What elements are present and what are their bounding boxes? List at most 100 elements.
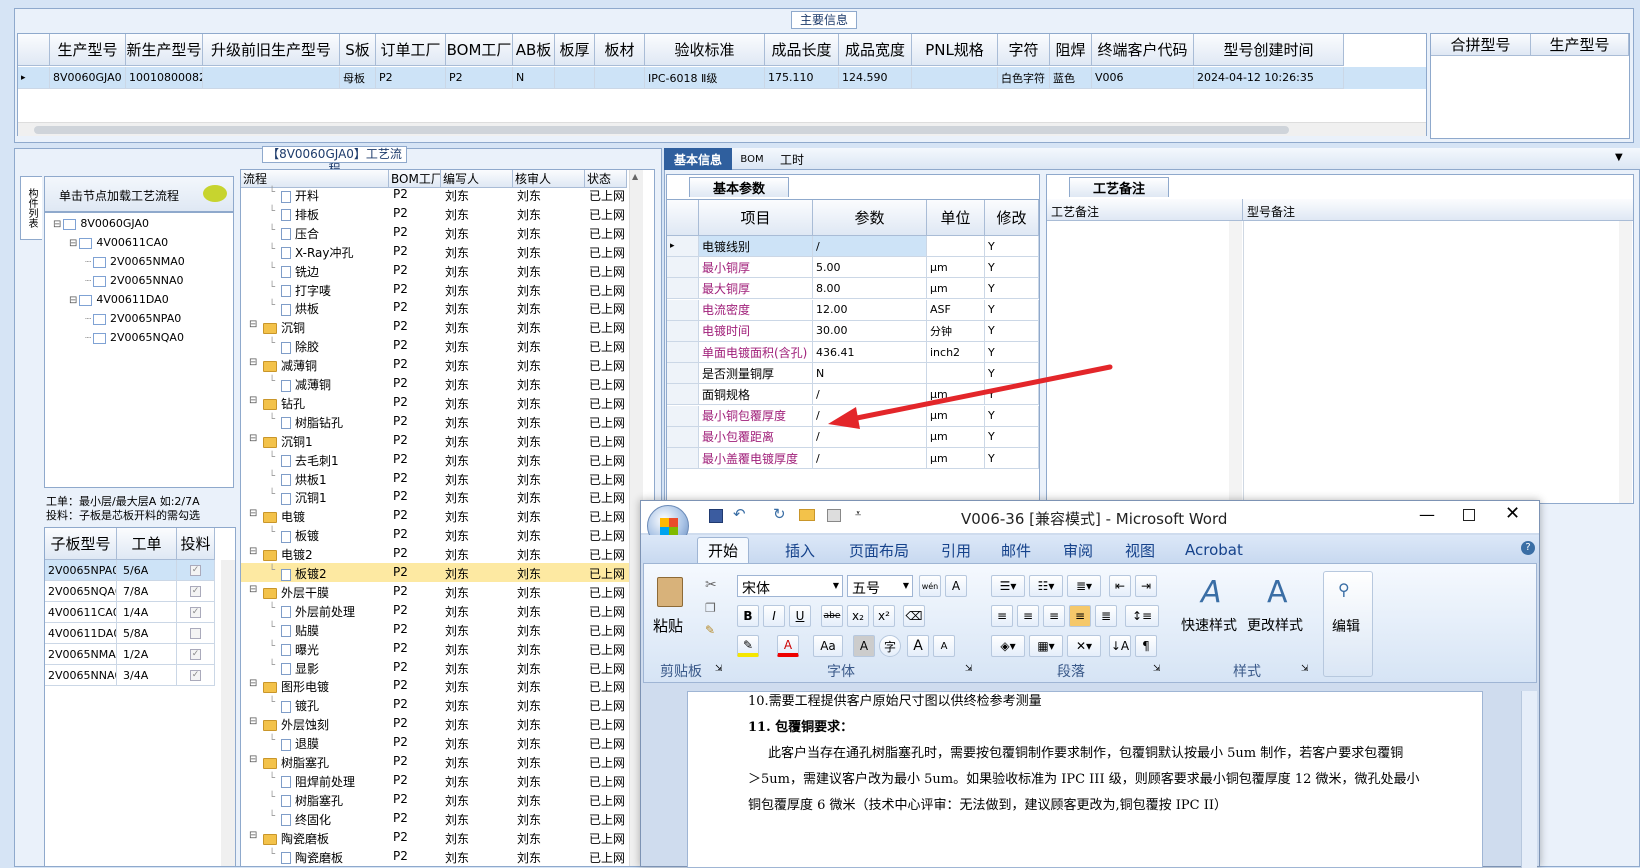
- sort-icon[interactable]: ↓A: [1109, 635, 1131, 657]
- side-tab-component-list[interactable]: 构件列表: [20, 176, 42, 240]
- param-item[interactable]: 最大铜厚: [699, 278, 813, 300]
- edit-group[interactable]: ⚲ 编辑: [1323, 571, 1373, 677]
- param-value[interactable]: 30.00: [813, 320, 927, 342]
- decrease-indent-icon[interactable]: ⇤: [1109, 575, 1131, 597]
- feed-checkbox[interactable]: ✓: [190, 564, 201, 576]
- param-item[interactable]: 电流密度: [699, 299, 813, 321]
- subtab-basic-params[interactable]: 基本参数: [689, 177, 789, 197]
- column-header[interactable]: 新生产型号: [126, 34, 203, 66]
- flow-row[interactable]: └ 除胶 P2 刘东 刘东 已上网: [241, 336, 629, 355]
- table-cell[interactable]: [203, 67, 340, 89]
- font-size-select[interactable]: 五号 ▼: [847, 575, 913, 597]
- column-header[interactable]: PNL规格: [912, 34, 998, 66]
- param-item[interactable]: 最小铜包覆厚度: [699, 405, 813, 427]
- print-preview-icon[interactable]: [827, 509, 841, 522]
- flow-row[interactable]: └ 板镀 P2 刘东 刘东 已上网: [241, 525, 629, 544]
- col-merge-model[interactable]: 合拼型号: [1431, 34, 1531, 56]
- sub-board-order[interactable]: 5/8A: [117, 623, 177, 644]
- param-unit[interactable]: μm: [927, 257, 985, 279]
- flow-row[interactable]: └ 镀孔 P2 刘东 刘东 已上网: [241, 695, 629, 714]
- column-header[interactable]: S板: [340, 34, 376, 66]
- feed-checkbox-cell[interactable]: ✓: [177, 644, 215, 665]
- sub-board-model[interactable]: 4V00611CA0: [45, 602, 117, 623]
- column-header[interactable]: 修改: [985, 200, 1039, 236]
- flow-row[interactable]: └ 外层前处理 P2 刘东 刘东 已上网: [241, 601, 629, 620]
- tree-node[interactable]: ⊟ 4V00611DA0: [69, 293, 169, 311]
- copy-icon[interactable]: ❐: [705, 601, 716, 615]
- tab-basic-info[interactable]: 基本信息: [664, 148, 732, 170]
- dialog-launcher-icon[interactable]: ⇲: [1153, 664, 1161, 674]
- feed-checkbox-cell[interactable]: [177, 623, 215, 644]
- column-header[interactable]: 成品长度: [765, 34, 839, 66]
- tab-bom[interactable]: BOM: [736, 148, 768, 170]
- char-shading-icon[interactable]: A: [853, 635, 875, 657]
- feed-checkbox-cell[interactable]: ✓: [177, 602, 215, 623]
- column-header[interactable]: 板厚: [555, 34, 595, 66]
- flow-row[interactable]: ⊟ 外层干膜 P2 刘东 刘东 已上网: [241, 582, 629, 601]
- collapse-icon[interactable]: ⊟: [249, 357, 257, 368]
- param-unit[interactable]: μm: [927, 278, 985, 300]
- param-modify[interactable]: Y: [985, 236, 1039, 257]
- flow-row[interactable]: └ 去毛刺1 P2 刘东 刘东 已上网: [241, 450, 629, 469]
- param-item[interactable]: 电镀时间: [699, 320, 813, 342]
- column-header[interactable]: 升级前旧生产型号: [203, 34, 340, 66]
- customize-toolbar-icon[interactable]: ⩡: [855, 507, 861, 521]
- param-unit[interactable]: μm: [927, 448, 985, 469]
- column-header[interactable]: 项目: [699, 200, 813, 236]
- flow-row[interactable]: └ 排板 P2 刘东 刘东 已上网: [241, 204, 629, 223]
- ribbon-tab[interactable]: 插入: [775, 537, 825, 563]
- flow-row[interactable]: └ 树脂塞孔 P2 刘东 刘东 已上网: [241, 790, 629, 809]
- table-cell[interactable]: 母板: [340, 67, 376, 89]
- column-header[interactable]: 阻焊: [1050, 34, 1092, 66]
- feed-checkbox[interactable]: ✓: [190, 648, 201, 660]
- distribute-icon[interactable]: ≣: [1095, 605, 1117, 627]
- sub-board-order[interactable]: 5/6A: [117, 560, 177, 581]
- flow-row[interactable]: └ 板镀2 P2 刘东 刘东 已上网: [241, 563, 629, 582]
- param-item[interactable]: 最小铜厚: [699, 257, 813, 279]
- column-header[interactable]: 型号创建时间: [1194, 34, 1344, 66]
- font-name-select[interactable]: 宋体 ▼: [737, 575, 843, 597]
- shrink-font-button[interactable]: A: [933, 635, 955, 657]
- param-item[interactable]: 电镀线别: [699, 236, 813, 257]
- collapse-icon[interactable]: ⊟: [249, 584, 257, 595]
- feed-checkbox[interactable]: [190, 627, 201, 639]
- subscript-button[interactable]: x₂: [847, 605, 869, 627]
- horizontal-scrollbar[interactable]: [18, 122, 1426, 136]
- col-prod-model[interactable]: 生产型号: [1531, 34, 1629, 56]
- document-page[interactable]: 10.需要工程提供客户原始尺寸图以供终检参考测量 11. 包覆铜要求： 此客户当…: [687, 691, 1483, 868]
- flow-row[interactable]: └ 烘板1 P2 刘东 刘东 已上网: [241, 469, 629, 488]
- minimize-icon[interactable]: —: [1419, 505, 1435, 524]
- subtab-process-remark[interactable]: 工艺备注: [1069, 177, 1169, 197]
- scroll-up-icon[interactable]: ▲: [632, 172, 638, 181]
- sub-board-order[interactable]: 1/4A: [117, 602, 177, 623]
- column-header[interactable]: 字符: [998, 34, 1050, 66]
- table-cell[interactable]: 8V0060GJA0: [50, 67, 126, 89]
- param-modify[interactable]: Y: [985, 278, 1039, 300]
- column-header[interactable]: 单位: [927, 200, 985, 236]
- dialog-launcher-icon[interactable]: ⇲: [715, 664, 723, 674]
- column-header[interactable]: 板材: [595, 34, 645, 66]
- table-cell[interactable]: 2024-04-12 10:26:35: [1194, 67, 1344, 89]
- param-value[interactable]: 12.00: [813, 299, 927, 321]
- flow-row[interactable]: ⊟ 电镀2 P2 刘东 刘东 已上网: [241, 544, 629, 563]
- flow-row[interactable]: └ 陶瓷磨板 P2 刘东 刘东 已上网: [241, 847, 629, 866]
- align-left-icon[interactable]: ≡: [991, 605, 1013, 627]
- flow-row[interactable]: └ 阻焊前处理 P2 刘东 刘东 已上网: [241, 771, 629, 790]
- tree-node[interactable]: ┈ 2V0065NPA0: [85, 312, 181, 330]
- param-item[interactable]: 最小包覆距离: [699, 426, 813, 448]
- flow-row[interactable]: └ 曝光 P2 刘东 刘东 已上网: [241, 639, 629, 658]
- ribbon-tab[interactable]: Acrobat: [1175, 537, 1253, 563]
- flow-row[interactable]: └ 沉铜1 P2 刘东 刘东 已上网: [241, 487, 629, 506]
- justify-icon[interactable]: ≡: [1069, 605, 1091, 627]
- highlight-icon[interactable]: ✎: [737, 635, 759, 657]
- quick-styles-button[interactable]: 快速样式: [1181, 615, 1237, 635]
- sub-board-order[interactable]: 1/2A: [117, 644, 177, 665]
- format-painter-icon[interactable]: ✎: [705, 623, 715, 637]
- table-cell[interactable]: 124.590: [839, 67, 912, 89]
- table-cell[interactable]: 10010800082166: [126, 67, 203, 89]
- param-item[interactable]: 面铜规格: [699, 384, 813, 406]
- param-modify[interactable]: Y: [985, 299, 1039, 321]
- borders-icon[interactable]: ▦▾: [1029, 635, 1063, 657]
- column-header[interactable]: 成品宽度: [839, 34, 912, 66]
- flow-row[interactable]: ⊟ 树脂塞孔 P2 刘东 刘东 已上网: [241, 752, 629, 771]
